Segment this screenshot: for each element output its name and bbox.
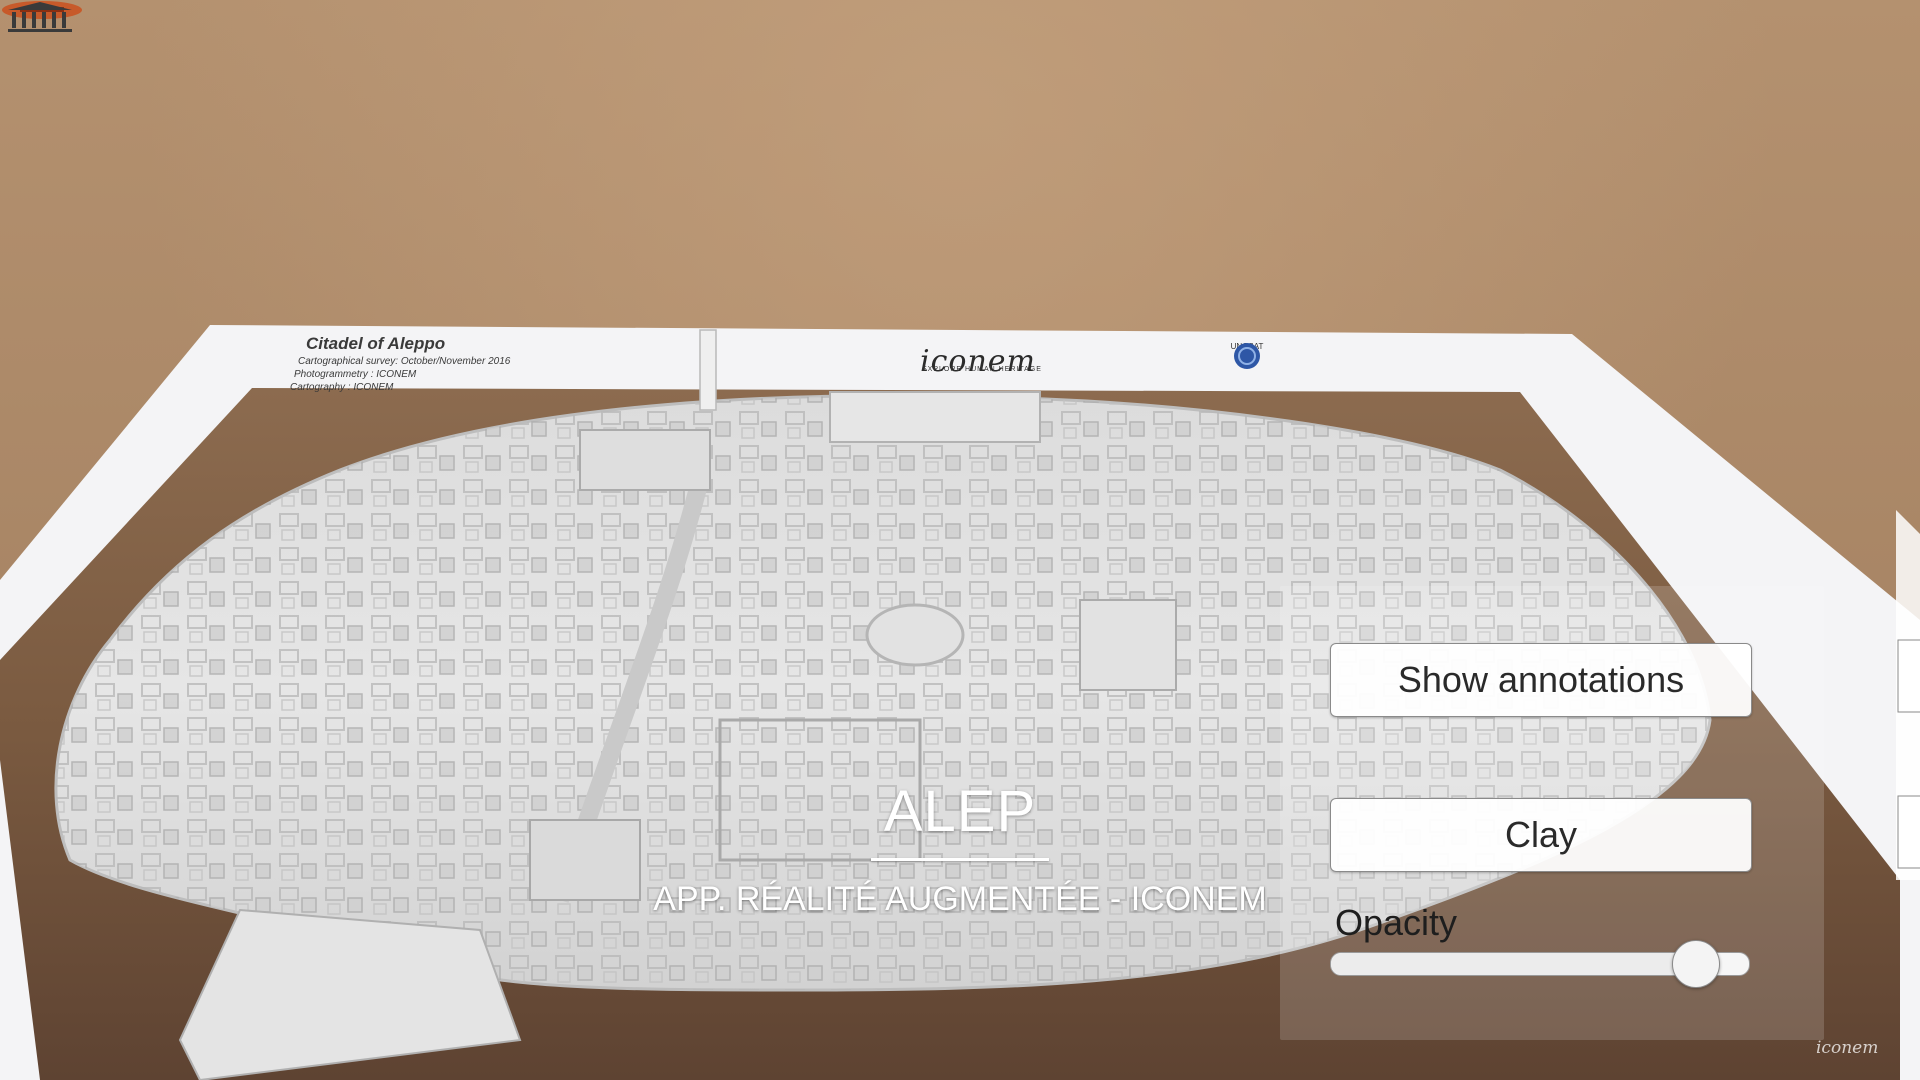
opacity-label: Opacity [1335,902,1458,943]
unosat-logo: UNOSAT [1212,342,1282,382]
overlay-title: ALEP [883,779,1037,844]
unesco-logo-icon [8,2,72,32]
show-annotations-button[interactable]: Show annotations [1330,643,1752,717]
offscreen-panel-edge [1896,510,1920,880]
opacity-slider-fill [1331,953,1716,975]
iconem-watermark: iconem [1816,1038,1879,1058]
opacity-slider-handle[interactable] [1672,940,1721,988]
overlay-divider [871,858,1049,861]
sheet-survey-line: Cartographical survey: October/November … [298,356,511,367]
sheet-header: Citadel of Aleppo Cartographical survey:… [290,334,511,393]
unosat-globe-icon [1234,343,1260,369]
clay-button[interactable]: Clay [1330,798,1752,872]
iconem-tagline: EXPLORE HUMAN HERITAGE [922,366,1042,373]
iconem-logo: iconem [920,344,1036,379]
sheet-photogrammetry-line: Photogrammetry : ICONEM [294,369,417,380]
sheet-cartography-line: Cartography : ICONEM [290,382,394,393]
sheet-title: Citadel of Aleppo [306,334,446,353]
overlay-subtitle: APP. RÉALITÉ AUGMENTÉE - ICONEM [653,880,1267,918]
